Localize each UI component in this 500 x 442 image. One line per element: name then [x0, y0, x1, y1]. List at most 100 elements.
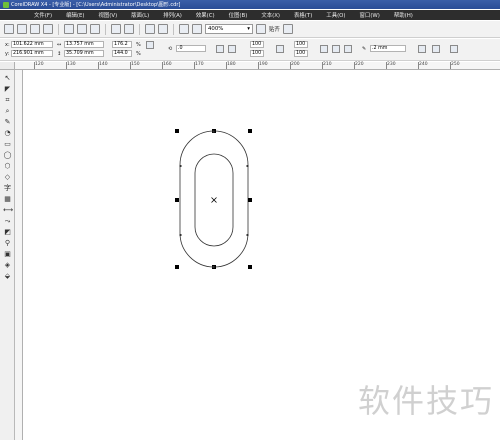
- ellipse-tool-icon[interactable]: ◯: [3, 151, 12, 159]
- pick-tool-icon[interactable]: ↖: [3, 74, 12, 82]
- menu-layout[interactable]: 版面(L): [131, 11, 149, 19]
- menu-window[interactable]: 窗口(W): [360, 11, 380, 19]
- menu-table[interactable]: 表格(T): [294, 11, 312, 19]
- watermark-text: 软件技巧: [357, 382, 494, 420]
- selection-handle-bottom-right: [248, 265, 252, 269]
- interactive-fill-tool-icon[interactable]: ⬙: [3, 272, 12, 280]
- shape-tool-icon[interactable]: ◤: [3, 85, 12, 93]
- snap-to-label[interactable]: 贴齐: [269, 25, 280, 33]
- curve-node: [179, 234, 182, 236]
- width-field[interactable]: 13.757 mm: [64, 41, 104, 48]
- menu-file[interactable]: 文件(F): [34, 11, 52, 19]
- chevron-down-icon[interactable]: ▾: [247, 26, 250, 32]
- title-bar: CorelDRAW X4 - [专业版] - [C:\Users\Adminis…: [0, 0, 500, 9]
- copy-icon[interactable]: [77, 24, 87, 34]
- to-back-icon[interactable]: [432, 45, 440, 53]
- wrap-text-icon[interactable]: [418, 45, 426, 53]
- ruler-tick: 240: [418, 62, 428, 69]
- menu-arrange[interactable]: 排列(A): [163, 11, 182, 19]
- outline-tool-icon[interactable]: ▣: [3, 250, 12, 258]
- print-icon[interactable]: [43, 24, 53, 34]
- text-tool-icon[interactable]: 字: [3, 184, 12, 192]
- parallel-dimension-tool-icon[interactable]: ⟷: [3, 206, 13, 214]
- height-field[interactable]: 35.709 mm: [64, 50, 104, 57]
- selection-handle-top-left: [175, 129, 179, 133]
- ruler-tick: 200: [290, 62, 300, 69]
- basic-shapes-tool-icon[interactable]: ◇: [3, 173, 12, 181]
- scallop-corner-icon[interactable]: [332, 45, 340, 53]
- connector-tool-icon[interactable]: ⤳: [3, 217, 12, 225]
- ruler-tick: 230: [386, 62, 396, 69]
- zoom-tool-icon[interactable]: ⌕: [3, 107, 12, 115]
- toolbar-divider: [58, 23, 59, 35]
- table-tool-icon[interactable]: ▦: [3, 195, 12, 203]
- ruler-origin[interactable]: [0, 62, 15, 70]
- round-corner-icon[interactable]: [320, 45, 328, 53]
- y-position-field[interactable]: 216.901 mm: [11, 50, 53, 57]
- freehand-tool-icon[interactable]: ✎: [3, 118, 12, 126]
- y-position-label: y:: [5, 51, 10, 57]
- paste-icon[interactable]: [90, 24, 100, 34]
- ruler-tick: 160: [162, 62, 172, 69]
- corner-roundness-top-right[interactable]: 100: [294, 41, 308, 48]
- import-icon[interactable]: [145, 24, 155, 34]
- rotation-icon: ⟲: [168, 46, 173, 52]
- interactive-blend-tool-icon[interactable]: ◩: [3, 228, 12, 236]
- menu-tools[interactable]: 工具(O): [326, 11, 345, 19]
- eyedropper-tool-icon[interactable]: ⚲: [3, 239, 12, 247]
- convert-to-curves-icon[interactable]: [450, 45, 458, 53]
- x-position-field[interactable]: 101.622 mm: [11, 41, 53, 48]
- menu-effects[interactable]: 效果(C): [196, 11, 215, 19]
- crop-tool-icon[interactable]: ⌗: [3, 96, 12, 104]
- standard-toolbar: 400% ▾ 贴齐: [0, 21, 500, 38]
- new-document-icon[interactable]: [4, 24, 14, 34]
- ruler-tick: 180: [226, 62, 236, 69]
- ruler-tick: 210: [322, 62, 332, 69]
- zoom-level-field[interactable]: 400% ▾: [205, 24, 253, 34]
- ruler-tick: 130: [66, 62, 76, 69]
- application-launcher-icon[interactable]: [179, 24, 189, 34]
- curve-node: [246, 234, 249, 236]
- cut-icon[interactable]: [64, 24, 74, 34]
- menu-edit[interactable]: 编辑(E): [66, 11, 84, 19]
- chamfer-corner-icon[interactable]: [344, 45, 352, 53]
- vertical-ruler[interactable]: [15, 70, 23, 440]
- lock-corners-icon[interactable]: [276, 45, 284, 53]
- rectangle-tool-icon[interactable]: ▭: [3, 140, 12, 148]
- scale-x-field[interactable]: 176.2: [112, 41, 132, 48]
- ruler-tick: 170: [194, 62, 204, 69]
- corner-roundness-top-left[interactable]: 100: [250, 41, 264, 48]
- open-icon[interactable]: [17, 24, 27, 34]
- mirror-vertical-icon[interactable]: [228, 45, 236, 53]
- corner-roundness-bottom-right[interactable]: 100: [294, 50, 308, 57]
- snap-to-icon[interactable]: [256, 24, 266, 34]
- rotation-field[interactable]: .0: [176, 45, 206, 52]
- horizontal-ruler[interactable]: 120 130 140 150 160 170 180 190 200 210 …: [15, 62, 500, 70]
- ruler-tick: 250: [450, 62, 460, 69]
- undo-icon[interactable]: [111, 24, 121, 34]
- corner-roundness-bottom-left[interactable]: 100: [250, 50, 264, 57]
- fill-tool-icon[interactable]: ◈: [3, 261, 12, 269]
- mirror-horizontal-icon[interactable]: [216, 45, 224, 53]
- outer-rounded-rectangle[interactable]: [179, 130, 249, 268]
- redo-icon[interactable]: [124, 24, 134, 34]
- x-position-label: x:: [5, 42, 10, 48]
- smart-fill-tool-icon[interactable]: ◔: [3, 129, 12, 137]
- save-icon[interactable]: [30, 24, 40, 34]
- ruler-tick: 150: [130, 62, 140, 69]
- lock-ratio-icon[interactable]: [146, 41, 154, 49]
- menu-text[interactable]: 文本(X): [261, 11, 280, 19]
- curve-nodes[interactable]: [179, 130, 249, 269]
- toolbox: ↖ ◤ ⌗ ⌕ ✎ ◔ ▭ ◯ ⬡ ◇ 字 ▦ ⟷ ⤳ ◩ ⚲ ▣ ◈ ⬙: [0, 70, 15, 440]
- center-marker[interactable]: [211, 197, 217, 203]
- outline-width-field[interactable]: .2 mm: [370, 45, 406, 52]
- welcome-screen-icon[interactable]: [192, 24, 202, 34]
- menu-view[interactable]: 视图(V): [99, 11, 118, 19]
- scale-y-field[interactable]: 144.0: [112, 50, 132, 57]
- menu-bitmaps[interactable]: 位图(B): [229, 11, 248, 19]
- polygon-tool-icon[interactable]: ⬡: [3, 162, 12, 170]
- export-icon[interactable]: [158, 24, 168, 34]
- menu-help[interactable]: 帮助(H): [394, 11, 413, 19]
- options-icon[interactable]: [282, 24, 293, 34]
- selection-handle-top-right: [248, 129, 252, 133]
